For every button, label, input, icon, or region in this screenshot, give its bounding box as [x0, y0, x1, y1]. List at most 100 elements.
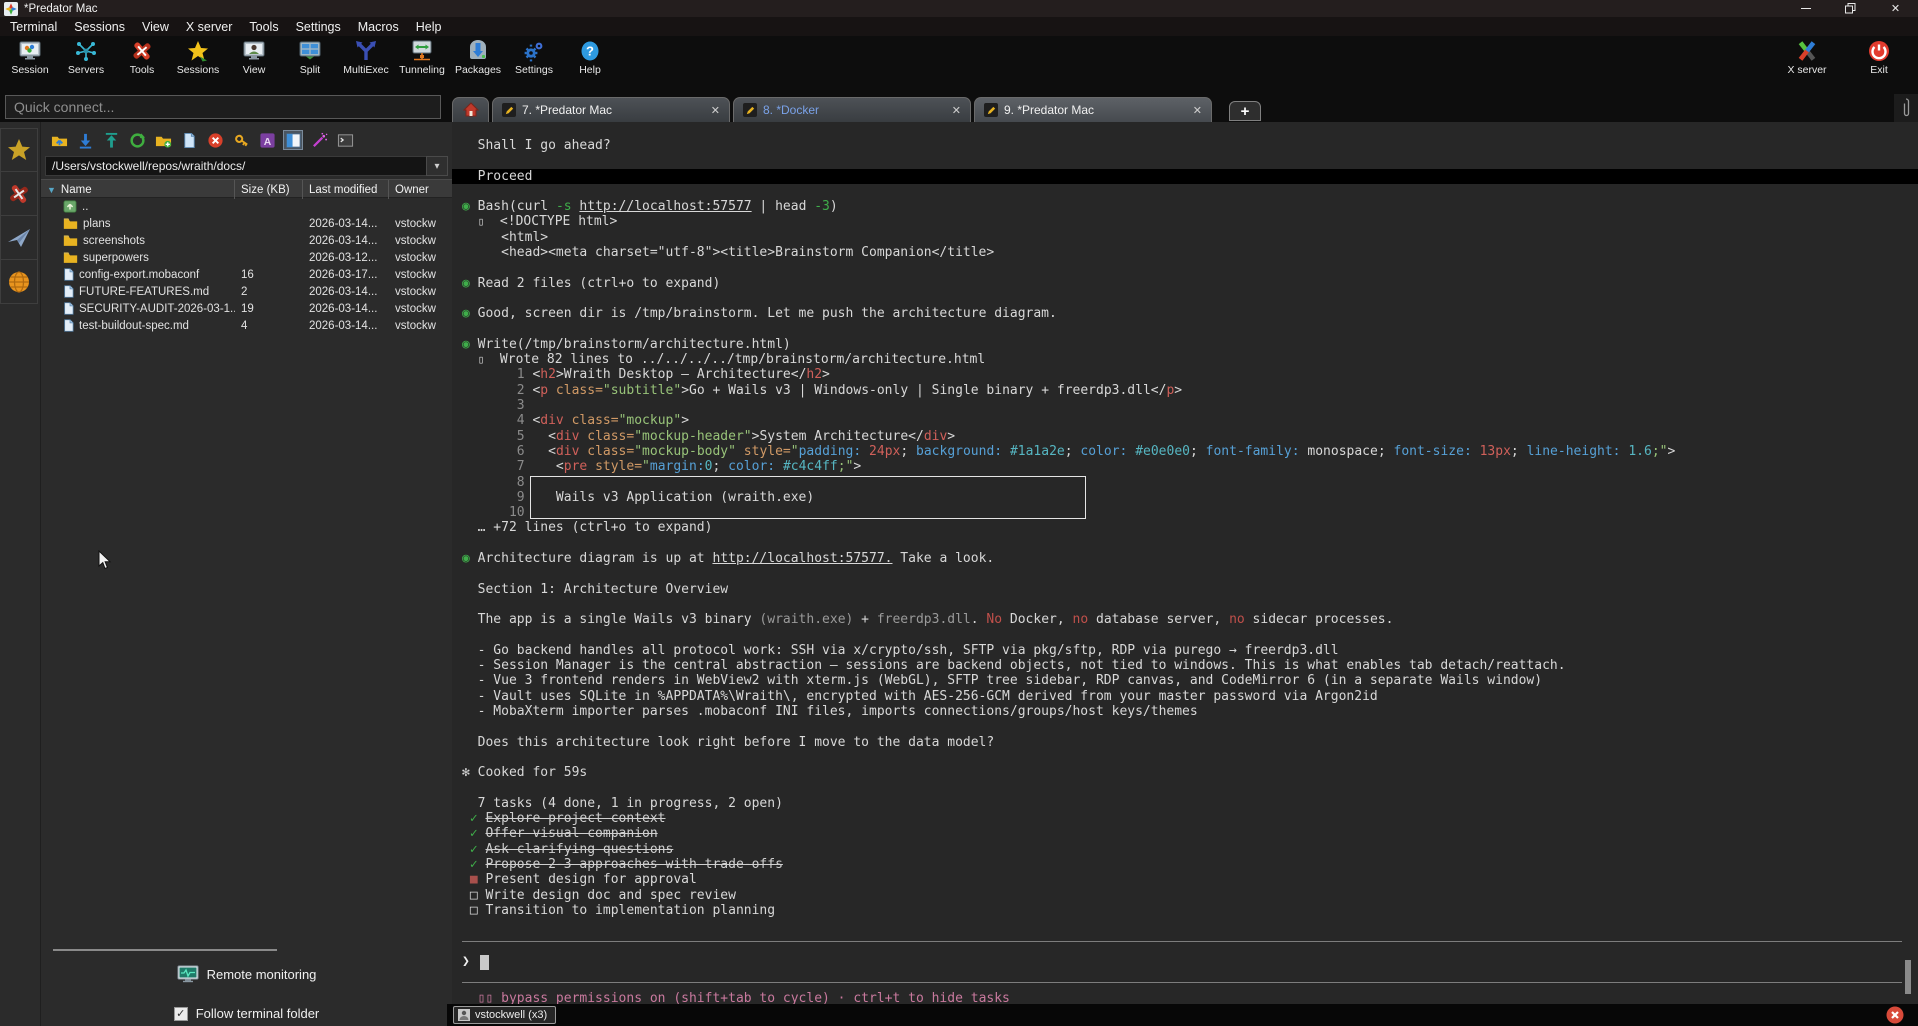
go-up-folder-button[interactable]	[49, 130, 69, 150]
network-tab[interactable]	[0, 260, 38, 304]
terminal-line: - Vue 3 frontend renders in WebView2 wit…	[462, 673, 1908, 688]
minimize-button[interactable]	[1783, 0, 1828, 17]
tools-icon	[130, 39, 154, 63]
column-header-modified[interactable]: Last modified	[303, 180, 389, 199]
panel-divider[interactable]	[53, 949, 277, 951]
file-table: ▼Name Size (KB) Last modified Owner ..pl…	[41, 179, 452, 334]
terminal-line	[462, 184, 1908, 199]
tab-home[interactable]	[452, 97, 489, 122]
column-header-owner[interactable]: Owner	[389, 180, 449, 199]
file-icon	[63, 319, 74, 332]
current-path-input[interactable]	[45, 156, 426, 176]
tab-close-icon[interactable]: ✕	[1185, 104, 1202, 117]
tab-9-predator-mac[interactable]: 9. *Predator Mac ✕	[974, 97, 1212, 122]
table-row[interactable]: screenshots2026-03-14...vstockw	[41, 232, 452, 249]
menu-help[interactable]: Help	[416, 20, 442, 34]
column-header-size[interactable]: Size (KB)	[235, 180, 303, 199]
table-row[interactable]: config-export.mobaconf162026-03-17...vst…	[41, 266, 452, 283]
menu-xserver[interactable]: X server	[186, 20, 233, 34]
magic-wand-button[interactable]	[309, 130, 329, 150]
terminal-line: ❯	[462, 950, 1908, 974]
tab-7-predator-mac[interactable]: 7. *Predator Mac ✕	[492, 97, 730, 122]
toolbar-exit-button[interactable]: Exit	[1850, 39, 1908, 76]
toolbar-xserver-button[interactable]: X server	[1778, 39, 1836, 76]
favorites-tab[interactable]	[0, 128, 38, 172]
menu-macros[interactable]: Macros	[358, 20, 399, 34]
permissions-key-button[interactable]	[231, 130, 251, 150]
follow-terminal-folder-checkbox[interactable]: ✓ Follow terminal folder	[41, 1006, 452, 1021]
new-file-button[interactable]	[179, 130, 199, 150]
tab-close-icon[interactable]: ✕	[703, 104, 720, 117]
star-icon	[6, 137, 32, 163]
path-dropdown-button[interactable]: ▾	[426, 156, 448, 176]
toolbar-sessions-button[interactable]: Sessions	[170, 39, 226, 76]
window-title: *Predator Mac	[24, 3, 98, 15]
quick-connect-input[interactable]	[5, 95, 441, 119]
menu-terminal[interactable]: Terminal	[10, 20, 57, 34]
menu-tools[interactable]: Tools	[249, 20, 278, 34]
mobaxterm-window: *Predator Mac ✕ Terminal Sessions View X…	[0, 0, 1918, 1026]
table-row[interactable]: test-buildout-spec.md42026-03-14...vstoc…	[41, 317, 452, 334]
toolbar-view-button[interactable]: View	[226, 39, 282, 76]
upload-button[interactable]	[101, 130, 121, 150]
menu-view[interactable]: View	[142, 20, 169, 34]
terminal-line: 5 <div class="mockup-header">System Arch…	[462, 429, 1908, 444]
packages-icon	[466, 39, 490, 63]
sftp-tab[interactable]	[0, 216, 38, 260]
table-row[interactable]: plans2026-03-14...vstockw	[41, 215, 452, 232]
terminal-line: Proceed	[452, 169, 1918, 184]
delete-button[interactable]	[205, 130, 225, 150]
terminal-line: ✓ Ask clarifying questions	[462, 842, 1908, 857]
text-cursor	[480, 955, 489, 970]
terminal-line	[462, 941, 1902, 942]
terminal-line: ◉ Good, screen dir is /tmp/brainstorm. L…	[462, 306, 1908, 321]
titlebar: *Predator Mac ✕	[0, 0, 1918, 17]
toolbar-servers-button[interactable]: Servers	[58, 39, 114, 76]
table-row[interactable]: SECURITY-AUDIT-2026-03-1...192026-03-14.…	[41, 300, 452, 317]
terminal-mini-button[interactable]	[335, 130, 355, 150]
toolbar-help-button[interactable]: ?Help	[562, 39, 618, 76]
close-circle-icon	[1886, 1006, 1904, 1024]
close-button[interactable]: ✕	[1873, 0, 1918, 17]
new-tab-button[interactable]: +	[1229, 101, 1261, 121]
terminal-line: 7 <pre style="margin:0; color: #c4c4ff;"…	[462, 459, 1908, 474]
toolbar-session-button[interactable]: Session	[2, 39, 58, 76]
terminal-line: ◉ Write(/tmp/brainstorm/architecture.htm…	[462, 337, 1908, 352]
terminal-line: Does this architecture look right before…	[462, 735, 1908, 750]
terminal-line: … +72 lines (ctrl+o to expand)	[462, 520, 1908, 535]
tools-tab[interactable]	[0, 172, 38, 216]
minimize-icon	[1801, 8, 1811, 9]
terminal-line: ◉ Architecture diagram is up at http://l…	[462, 551, 1908, 566]
terminal-line: 8	[462, 475, 1908, 490]
menu-settings[interactable]: Settings	[296, 20, 341, 34]
remote-monitoring-toggle[interactable]: Remote monitoring	[41, 965, 452, 983]
new-folder-button[interactable]	[153, 130, 173, 150]
toolbar-settings-button[interactable]: Settings	[506, 39, 562, 76]
toolbar-multiexec-button[interactable]: MultiExec	[338, 39, 394, 76]
download-button[interactable]	[75, 130, 95, 150]
statusbar: vstockwell (x3)	[447, 1004, 1918, 1026]
ascii-mode-button[interactable]: A	[257, 130, 277, 150]
refresh-button[interactable]	[127, 130, 147, 150]
gear-icon	[522, 39, 546, 63]
restore-button[interactable]	[1828, 0, 1873, 17]
toolbar-tools-button[interactable]: Tools	[114, 39, 170, 76]
close-session-button[interactable]	[1886, 1006, 1904, 1024]
toolbar-split-button[interactable]: Split	[282, 39, 338, 76]
tab-close-icon[interactable]: ✕	[944, 104, 961, 117]
menu-sessions[interactable]: Sessions	[74, 20, 125, 34]
toolbar-packages-button[interactable]: Packages	[450, 39, 506, 76]
toolbar-tunneling-button[interactable]: Tunneling	[394, 39, 450, 76]
table-row[interactable]: FUTURE-FEATURES.md22026-03-14...vstockw	[41, 283, 452, 300]
terminal-scrollbar-thumb[interactable]	[1905, 960, 1911, 994]
terminal-line	[462, 260, 1908, 275]
table-row[interactable]: ..	[41, 198, 452, 215]
terminal[interactable]: Shall I go ahead? Proceed ◉ Bash(curl -s…	[452, 122, 1918, 1004]
terminal-line: ▯▯ bypass permissions on (shift+tab to c…	[462, 991, 1908, 1004]
column-header-name[interactable]: ▼Name	[41, 180, 235, 199]
attachments-strip[interactable]	[1894, 94, 1918, 122]
table-row[interactable]: superpowers2026-03-12...vstockw	[41, 249, 452, 266]
session-status-tab[interactable]: vstockwell (x3)	[453, 1006, 556, 1024]
tab-8-docker[interactable]: 8. *Docker ✕	[733, 97, 971, 122]
toggle-panel-button[interactable]	[283, 130, 303, 150]
